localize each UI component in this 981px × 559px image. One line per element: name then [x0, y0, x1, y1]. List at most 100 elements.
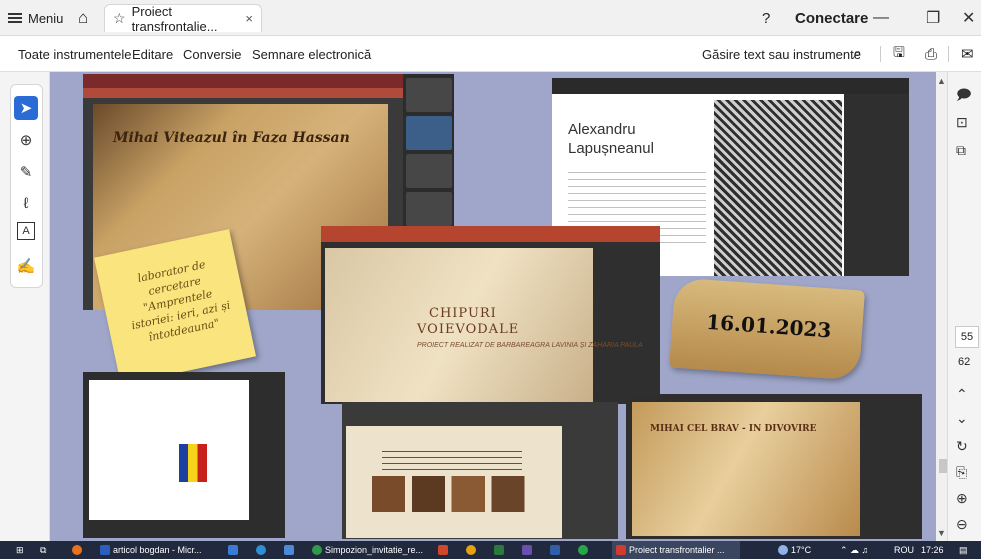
connect-button[interactable]: Conectare — [795, 0, 868, 36]
start-icon[interactable]: ⊞ — [16, 541, 24, 559]
document-icon[interactable]: ⎘ — [956, 464, 967, 481]
clock[interactable]: 17:26 — [921, 541, 944, 559]
next-page-icon[interactable]: ⌄ — [956, 410, 968, 427]
menu-label: Meniu — [28, 10, 64, 26]
slide-screenshot-mihai-brav: MIHAI CEL BRAV - IN DIVOVIRE — [626, 394, 922, 539]
home-icon[interactable]: ⌂ — [78, 0, 88, 36]
romania-flag-image — [179, 444, 207, 482]
pen-tool-icon[interactable]: ✎ — [14, 160, 38, 184]
zoom-in-icon[interactable]: ⊕ — [956, 490, 968, 507]
document-canvas[interactable]: Mihai Viteazul în Faza Hassan Alexandru … — [50, 72, 947, 541]
page-total: 62 — [958, 356, 971, 368]
app-icon[interactable] — [578, 541, 588, 559]
slide-subtitle: PROIECT REALIZAT DE BARBAREAGRA LAVINIA … — [417, 342, 643, 349]
app-icon[interactable] — [284, 541, 294, 559]
help-icon[interactable]: ? — [762, 0, 770, 36]
divider — [880, 46, 881, 62]
portrait-strip — [372, 476, 538, 512]
heading-line-2: Lapușneanul — [568, 140, 654, 157]
maximize-icon[interactable]: ❐ — [926, 0, 940, 36]
ribbon — [83, 88, 454, 98]
slide-screenshot-conclusion — [342, 402, 618, 539]
word-icon — [100, 545, 110, 555]
taskbar-app-label: Simpozion_invitatie_re... — [325, 545, 424, 555]
menu-button[interactable]: Meniu — [8, 0, 63, 36]
app-icon[interactable] — [550, 541, 560, 559]
app-icon[interactable] — [522, 541, 532, 559]
close-window-icon[interactable]: ✕ — [962, 0, 975, 36]
participant-tile — [406, 154, 452, 188]
tab-title: Proiect transfrontalie... — [131, 3, 218, 34]
slide-title-line-2: VOIEVODALE — [417, 322, 520, 337]
app-icon[interactable] — [438, 541, 448, 559]
participant-tile — [406, 192, 452, 226]
tab-close-icon[interactable]: × — [245, 11, 253, 26]
lasso-tool-icon[interactable]: ℓ — [14, 191, 38, 215]
menu-all-tools[interactable]: Toate instrumentele — [18, 36, 131, 72]
ribbon — [321, 226, 660, 242]
edge-icon[interactable] — [256, 541, 266, 559]
weather-temp: 17°C — [791, 545, 812, 555]
language-indicator[interactable]: ROU — [894, 541, 914, 559]
notifications-icon[interactable]: ▤ — [959, 541, 968, 559]
task-view-icon[interactable]: ⧉ — [40, 541, 46, 559]
comment-tool-icon[interactable]: ⊕ — [14, 128, 38, 152]
scroll-down-arrow[interactable]: ▼ — [937, 528, 946, 538]
app-icon[interactable] — [228, 541, 238, 559]
search-tools-field[interactable]: Găsire text sau instrumente — [702, 36, 861, 72]
window-titlebar — [83, 74, 454, 88]
slide-title: MIHAI CEL BRAV - IN DIVOVIRE — [650, 424, 817, 434]
tray-icons[interactable]: ⌃ ☁ ♫ — [840, 541, 868, 559]
slide-title-line-1: CHIPURI — [429, 306, 497, 321]
minimize-icon[interactable]: — — [873, 0, 889, 36]
weather-widget[interactable]: 17°C — [778, 541, 811, 559]
app-icon[interactable] — [494, 541, 504, 559]
bookmark-panel-icon[interactable]: ⊡ — [956, 114, 968, 131]
portrait-image — [714, 100, 842, 276]
mail-icon[interactable]: ✉ — [961, 36, 974, 72]
taskbar-app-label: articol bogdan - Micr... — [113, 545, 202, 555]
sign-tool-icon[interactable]: ✍ — [14, 254, 38, 278]
menu-edit[interactable]: Editare — [132, 36, 173, 72]
firefox-icon[interactable] — [72, 541, 82, 559]
hamburger-icon — [8, 13, 22, 23]
parchment-background — [632, 402, 860, 536]
menu-convert[interactable]: Conversie — [183, 36, 242, 72]
taskbar-app[interactable]: Simpozion_invitatie_re... — [312, 541, 423, 559]
taskbar-app-active[interactable]: Proiect transfrontalier ... — [616, 541, 725, 559]
scrollbar-thumb[interactable] — [939, 459, 947, 473]
text-select-tool-icon[interactable]: A — [17, 222, 35, 240]
slide-screenshot-word — [83, 372, 285, 538]
taskbar-app[interactable]: articol bogdan - Micr... — [100, 541, 202, 559]
refresh-icon[interactable]: ↻ — [956, 438, 968, 455]
date-scroll: 16.01.2023 — [669, 277, 865, 381]
date-label: 16.01.2023 — [705, 309, 833, 343]
slide-heading: Alexandru Lapușneanul — [568, 120, 654, 158]
previous-page-icon[interactable]: ⌃ — [956, 386, 968, 403]
divider — [948, 46, 949, 62]
scroll-up-arrow[interactable]: ▲ — [937, 76, 946, 86]
save-icon[interactable]: 🖫 — [893, 36, 905, 72]
select-tool-icon[interactable]: ➤ — [14, 96, 38, 120]
document-page — [89, 380, 249, 520]
sticky-note-text: laborator de cercetare "Amprentele istor… — [130, 257, 232, 344]
zoom-out-icon[interactable]: ⊖ — [956, 516, 968, 533]
menu-e-sign[interactable]: Semnare electronică — [252, 36, 371, 72]
star-icon[interactable]: ☆ — [113, 10, 126, 27]
search-icon[interactable]: ⌕ — [853, 36, 862, 72]
weather-icon — [778, 545, 788, 555]
print-icon[interactable]: ⎙ — [925, 36, 937, 72]
comment-panel-icon[interactable]: 🗩 — [956, 84, 972, 108]
title-bar: Meniu ⌂ ☆ Proiect transfrontalie... × ? … — [0, 0, 981, 36]
page-number-field[interactable]: 55 — [955, 326, 979, 348]
acrobat-icon — [616, 545, 626, 555]
heading-line-1: Alexandru — [568, 121, 636, 138]
document-tab[interactable]: ☆ Proiect transfrontalie... × — [104, 3, 262, 34]
participant-tile — [406, 78, 452, 112]
participant-tile — [406, 116, 452, 150]
sticky-note: laborator de cercetare "Amprentele istor… — [93, 229, 257, 385]
pages-panel-icon[interactable]: ⧉ — [956, 142, 966, 159]
conclusion-text-block — [382, 446, 522, 470]
menu-bar: Toate instrumentele Editare Conversie Se… — [0, 36, 981, 72]
app-icon[interactable] — [466, 541, 476, 559]
